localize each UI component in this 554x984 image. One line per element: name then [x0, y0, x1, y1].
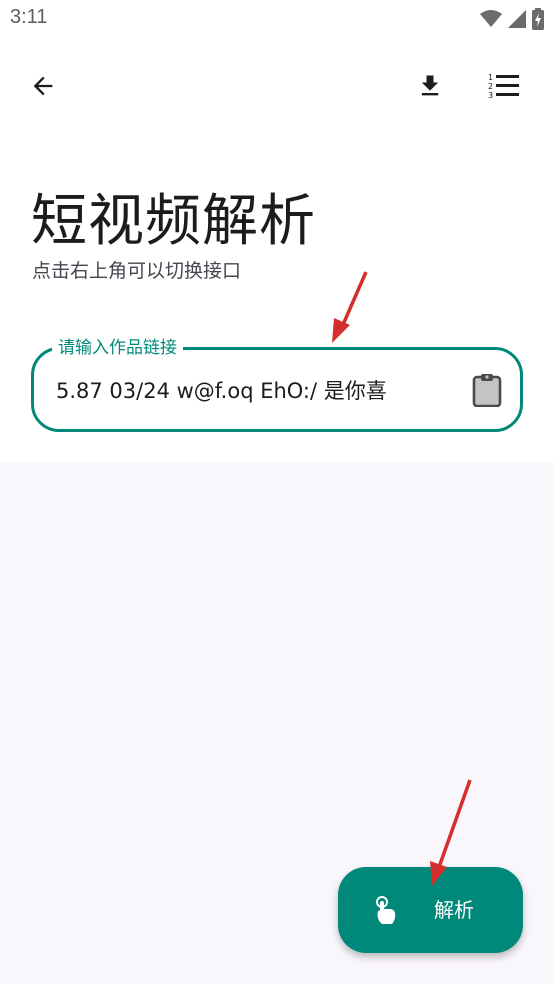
status-icons — [480, 6, 544, 32]
svg-text:2: 2 — [488, 82, 493, 91]
svg-text:3: 3 — [488, 91, 493, 100]
annotation-arrow-fab — [436, 779, 472, 871]
touch-hand-icon — [376, 896, 396, 924]
clipboard-icon — [472, 374, 502, 407]
link-input[interactable]: 5.87 03/24 w@f.oq EhO:/ 是你喜 — [56, 374, 446, 408]
signal-icon — [508, 10, 526, 28]
switch-interface-button[interactable]: 1 2 3 — [480, 62, 528, 110]
paste-button[interactable] — [464, 367, 510, 413]
link-input-label: 请输入作品链接 — [52, 336, 183, 360]
app-bar: 1 2 3 — [0, 56, 554, 116]
back-button[interactable] — [19, 62, 67, 110]
numbered-list-icon: 1 2 3 — [488, 73, 519, 100]
status-time: 3:11 — [10, 6, 48, 28]
status-bar: 3:11 — [0, 0, 554, 40]
page-title: 短视频解析 — [31, 189, 316, 254]
arrow-left-icon — [33, 76, 53, 96]
parse-fab-label: 解析 — [434, 898, 474, 922]
wifi-icon — [480, 10, 502, 27]
link-input-field[interactable]: 请输入作品链接 5.87 03/24 w@f.oq EhO:/ 是你喜 — [31, 336, 523, 432]
svg-text:1: 1 — [488, 73, 493, 82]
battery-charging-icon — [532, 8, 544, 30]
download-icon — [421, 75, 439, 96]
parse-fab-button[interactable]: 解析 — [338, 867, 523, 953]
download-button[interactable] — [406, 62, 454, 110]
page-subtitle: 点击右上角可以切换接口 — [32, 260, 242, 282]
